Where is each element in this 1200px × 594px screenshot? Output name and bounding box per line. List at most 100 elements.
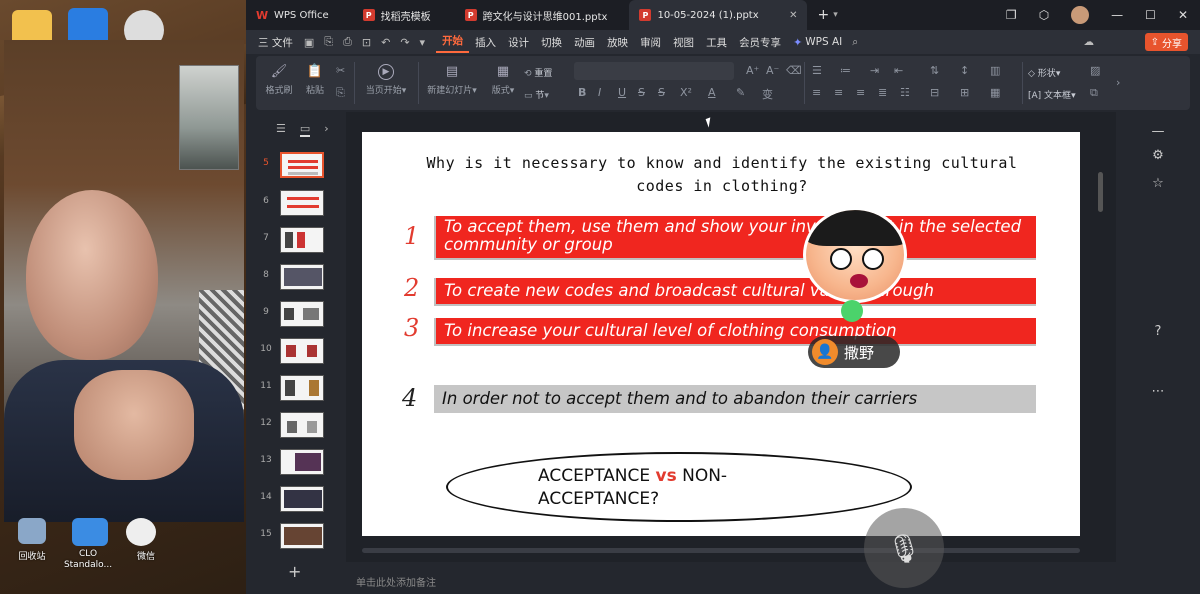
- chevron-down-icon[interactable]: ▾: [833, 10, 838, 20]
- slide-thumbnail[interactable]: [280, 375, 324, 401]
- text-direction-icon[interactable]: ⇅: [930, 64, 939, 77]
- menu-insert[interactable]: 插入: [469, 35, 502, 50]
- text-align-icon[interactable]: ⊟: [930, 86, 939, 99]
- notes-area[interactable]: 单击此处添加备注: [346, 566, 1116, 594]
- tab-document[interactable]: P 跨文化与设计思维001.pptx: [455, 0, 618, 30]
- align-right-icon[interactable]: ≡: [856, 86, 865, 99]
- chevron-down-icon[interactable]: ▾: [415, 36, 431, 49]
- mic-muted-button[interactable]: 🎙: [864, 508, 944, 588]
- start-from-current-button[interactable]: ▶ 当页开始▾: [360, 64, 412, 96]
- copy-icon[interactable]: ⎘: [336, 86, 345, 100]
- slide-thumbnail[interactable]: [280, 264, 324, 290]
- outline-view-icon[interactable]: ☰: [276, 122, 286, 137]
- strikethrough-icon[interactable]: S: [638, 86, 645, 99]
- indent-icon[interactable]: ⇥: [870, 64, 879, 77]
- underline-icon[interactable]: U: [618, 86, 626, 99]
- picture-icon[interactable]: ▨: [1090, 64, 1100, 77]
- menu-tools[interactable]: 工具: [700, 35, 733, 50]
- bullet-list-icon[interactable]: ☰: [812, 64, 822, 77]
- italic-icon[interactable]: I: [598, 86, 601, 99]
- item-box[interactable]: To increase your cultural level of cloth…: [434, 318, 1036, 346]
- align-center-icon[interactable]: ≡: [834, 86, 843, 99]
- menu-review[interactable]: 审阅: [634, 35, 667, 50]
- maximize-icon[interactable]: ☐: [1145, 8, 1156, 22]
- font-name-select[interactable]: [574, 62, 734, 80]
- menu-membership[interactable]: 会员专享: [733, 35, 787, 50]
- numbered-list-icon[interactable]: ≔: [840, 64, 851, 77]
- close-window-icon[interactable]: ✕: [1178, 8, 1188, 22]
- add-slide-button[interactable]: +: [288, 562, 301, 581]
- align-left-icon[interactable]: ≡: [812, 86, 821, 99]
- cube-icon[interactable]: ⬡: [1039, 8, 1049, 22]
- new-slide-button[interactable]: ▤ 新建幻灯片▾: [422, 64, 482, 96]
- print-icon[interactable]: ⎙: [338, 35, 357, 49]
- strikethrough-alt-icon[interactable]: S: [658, 86, 665, 99]
- menu-home[interactable]: 开始: [436, 31, 470, 53]
- outdent-icon[interactable]: ⇤: [894, 64, 903, 77]
- more-icon[interactable]: ⋯: [1116, 384, 1200, 399]
- highlight-icon[interactable]: ✎: [736, 86, 745, 99]
- horizontal-scrollbar[interactable]: [362, 548, 1080, 553]
- slide-thumbnail[interactable]: [280, 227, 324, 253]
- restore-layout-icon[interactable]: ❐: [1006, 8, 1017, 22]
- font-grow-icon[interactable]: A⁺: [746, 64, 759, 77]
- menu-view[interactable]: 视图: [667, 35, 700, 50]
- help-icon[interactable]: ?: [1116, 324, 1200, 339]
- search-icon[interactable]: ⌕: [852, 36, 858, 49]
- close-icon[interactable]: ✕: [789, 10, 797, 21]
- tab-template[interactable]: P 找稻壳模板: [353, 0, 441, 30]
- clear-format-icon[interactable]: ⌫: [786, 64, 802, 77]
- clo-icon[interactable]: [72, 518, 108, 546]
- reset-button[interactable]: ⟲ 重置: [524, 66, 570, 79]
- menu-wps-ai[interactable]: WPS AI: [802, 36, 848, 48]
- minimize-icon[interactable]: —: [1111, 8, 1123, 22]
- arrange-icon[interactable]: ⧉: [1090, 86, 1098, 100]
- char-spacing-icon[interactable]: 变: [762, 86, 773, 102]
- collapse-icon[interactable]: —: [1116, 124, 1200, 139]
- format-painter-button[interactable]: 🖌 格式刷: [264, 64, 294, 96]
- menu-transitions[interactable]: 切换: [535, 35, 568, 50]
- paste-button[interactable]: 📋 粘贴: [300, 64, 330, 96]
- adjust-icon[interactable]: ⚙: [1116, 148, 1200, 163]
- cut-icon[interactable]: ✂: [336, 64, 345, 77]
- ribbon-expand-icon[interactable]: ›: [1116, 76, 1120, 89]
- recycle-bin-icon[interactable]: [18, 518, 46, 544]
- save-icon[interactable]: ▣: [299, 36, 319, 49]
- cloud-icon[interactable]: ☁: [1084, 36, 1095, 48]
- item-box[interactable]: To create new codes and broadcast cultur…: [434, 278, 1036, 306]
- share-button[interactable]: ⇪ 分享: [1144, 33, 1188, 51]
- slide-thumbnail[interactable]: [280, 301, 324, 327]
- vertical-scrollbar[interactable]: [1098, 172, 1103, 212]
- section-button[interactable]: ▭ 节▾: [524, 88, 570, 101]
- slide-thumbnail[interactable]: [280, 338, 324, 364]
- slide-view-icon[interactable]: ▭: [299, 122, 311, 137]
- wechat-icon[interactable]: [126, 518, 156, 546]
- menu-design[interactable]: 设计: [502, 35, 535, 50]
- shape-button[interactable]: ◇ 形状▾: [1028, 66, 1078, 79]
- font-shrink-icon[interactable]: A⁻: [766, 64, 779, 77]
- smartart-icon[interactable]: ⊞: [960, 86, 969, 99]
- tab-active-document[interactable]: P 10-05-2024 (1).pptx ✕: [629, 0, 808, 30]
- columns-icon[interactable]: ▥: [990, 64, 1000, 77]
- preview-icon[interactable]: ⊡: [357, 36, 376, 49]
- justify-icon[interactable]: ≣: [878, 86, 887, 99]
- redo-icon[interactable]: ↷: [395, 36, 414, 49]
- undo-icon[interactable]: ↶: [376, 36, 395, 49]
- layout-button[interactable]: ▦ 版式▾: [486, 64, 520, 96]
- menu-file[interactable]: 三 文件: [252, 35, 299, 50]
- slide-title[interactable]: Why is it necessary to know and identify…: [402, 152, 1042, 198]
- superscript-icon[interactable]: X²: [680, 86, 692, 99]
- line-spacing-icon[interactable]: ↕: [960, 64, 969, 77]
- tab-wps-office[interactable]: W WPS Office: [246, 0, 339, 30]
- slide-thumbnail[interactable]: [280, 412, 324, 438]
- ellipse-text[interactable]: ACCEPTANCE vs NON-ACCEPTANCE?: [538, 465, 838, 511]
- table-icon[interactable]: ▦: [990, 86, 1000, 99]
- textbox-button[interactable]: [A] 文本框▾: [1028, 88, 1084, 101]
- item-box[interactable]: To accept them, use them and show your i…: [434, 216, 1036, 260]
- speaker-avatar[interactable]: [803, 207, 907, 303]
- slide[interactable]: Why is it necessary to know and identify…: [362, 132, 1080, 536]
- item-box-gray[interactable]: In order not to accept them and to aband…: [434, 385, 1036, 413]
- collapse-panel-icon[interactable]: ›: [324, 122, 328, 137]
- menu-animations[interactable]: 动画: [568, 35, 601, 50]
- bold-icon[interactable]: B: [578, 86, 586, 99]
